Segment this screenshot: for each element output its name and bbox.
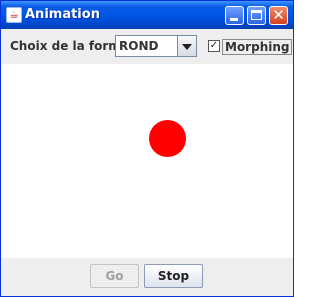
maximize-icon <box>251 10 262 20</box>
maximize-button[interactable] <box>247 6 266 25</box>
close-button[interactable]: ✕ <box>269 6 288 25</box>
morphing-label[interactable]: Morphing <box>222 39 293 55</box>
title-bar[interactable]: ☕ Animation ✕ <box>1 1 293 29</box>
close-icon: ✕ <box>272 6 285 24</box>
minimize-button[interactable] <box>225 6 244 25</box>
animated-circle <box>149 120 186 157</box>
animation-window: ☕ Animation ✕ Choix de la forme ROND ✓ M… <box>0 0 294 297</box>
minimize-icon <box>230 18 238 21</box>
shape-select-value: ROND <box>119 39 159 53</box>
options-toolbar: Choix de la forme ROND ✓ Morphing <box>1 29 293 64</box>
morphing-checkbox[interactable]: ✓ <box>208 40 220 52</box>
go-button[interactable]: Go <box>90 264 139 288</box>
shape-select[interactable]: ROND <box>115 35 197 57</box>
java-icon: ☕ <box>6 7 22 23</box>
animation-canvas <box>1 64 293 258</box>
chevron-down-icon[interactable] <box>177 36 196 56</box>
stop-button[interactable]: Stop <box>144 264 203 288</box>
shape-select-label: Choix de la forme <box>10 39 129 53</box>
control-bar: Go Stop <box>1 258 293 296</box>
window-title: Animation <box>25 7 100 22</box>
